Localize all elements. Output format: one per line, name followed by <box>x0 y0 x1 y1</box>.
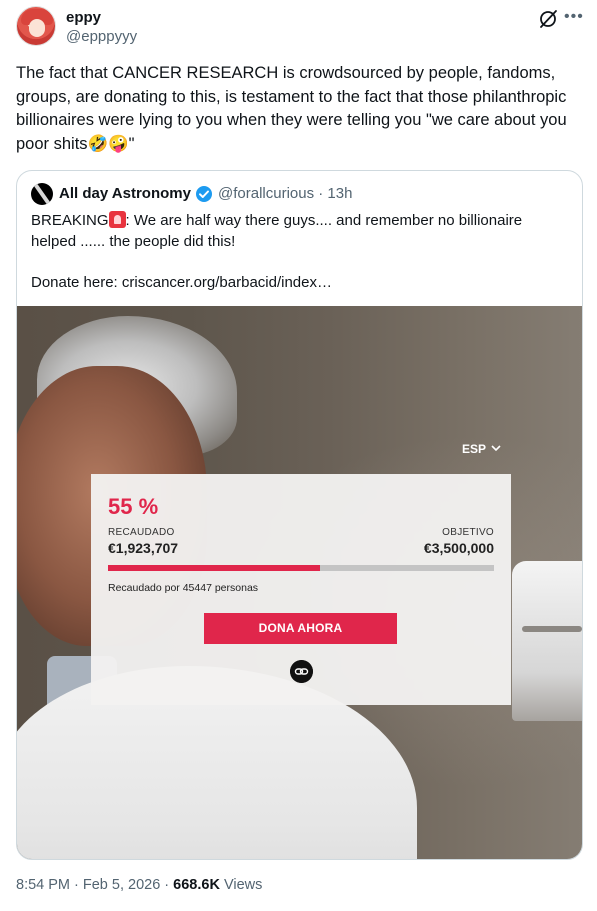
quote-text-breaking: BREAKING <box>31 212 109 229</box>
progress-percent: 55 % <box>108 494 159 519</box>
tweet-metadata: 8:54 PM · Feb 5, 2026 · 668.6K Views <box>16 877 262 893</box>
progress-bar <box>108 565 494 571</box>
grok-icon[interactable] <box>537 8 559 30</box>
raised-label: RECAUDADO <box>108 527 175 538</box>
verified-badge-icon <box>196 186 212 202</box>
goal-label: OBJETIVO <box>442 527 494 538</box>
raised-amount: €1,923,707 <box>108 540 179 556</box>
progress-bar-fill <box>108 565 321 571</box>
media-lab-machine-slot <box>522 626 582 632</box>
fundraising-panel: 55 % RECAUDADO OBJETIVO €1,923,707 €3,50… <box>91 474 511 705</box>
language-label: ESP <box>462 442 486 456</box>
quote-media-image[interactable]: ESP 55 % RECAUDADO OBJETIVO €1,923,707 €… <box>17 306 582 859</box>
view-count: 668.6K <box>173 877 220 893</box>
author-name[interactable]: eppy <box>66 9 101 26</box>
quote-donate-line: Donate here: criscancer.org/barbacid/ind… <box>31 274 332 291</box>
quote-author-name[interactable]: All day Astronomy <box>59 185 191 202</box>
quote-author-avatar[interactable] <box>31 183 53 205</box>
tweet-timestamp[interactable]: 8:54 PM · Feb 5, 2026 · <box>16 877 173 893</box>
views-label: Views <box>219 877 263 893</box>
quote-text: BREAKING: We are half way there guys....… <box>31 210 571 252</box>
media-lab-machine <box>512 561 582 721</box>
tweet: eppy @epppyyy ••• The fact that CANCER R… <box>0 0 597 911</box>
chevron-down-icon <box>491 445 501 452</box>
author-avatar[interactable] <box>16 6 56 46</box>
language-selector[interactable]: ESP <box>462 442 501 456</box>
raised-by-count: Recaudado por 45447 personas <box>108 582 259 594</box>
quote-author-handle-time[interactable]: @forallcurious · 13h <box>218 185 352 202</box>
tweet-text: The fact that CANCER RESEARCH is crowdso… <box>16 64 567 153</box>
siren-emoji-icon <box>108 211 126 228</box>
donate-button[interactable]: DONA AHORA <box>204 613 397 644</box>
more-options-icon[interactable]: ••• <box>564 8 584 26</box>
goal-amount: €3,500,000 <box>423 540 494 556</box>
link-icon[interactable] <box>290 660 313 683</box>
author-handle[interactable]: @epppyyy <box>66 28 137 45</box>
avatar-face <box>29 19 45 37</box>
avatar-comet-streak <box>32 183 52 205</box>
quoted-tweet[interactable]: All day Astronomy @forallcurious · 13h B… <box>16 170 583 860</box>
